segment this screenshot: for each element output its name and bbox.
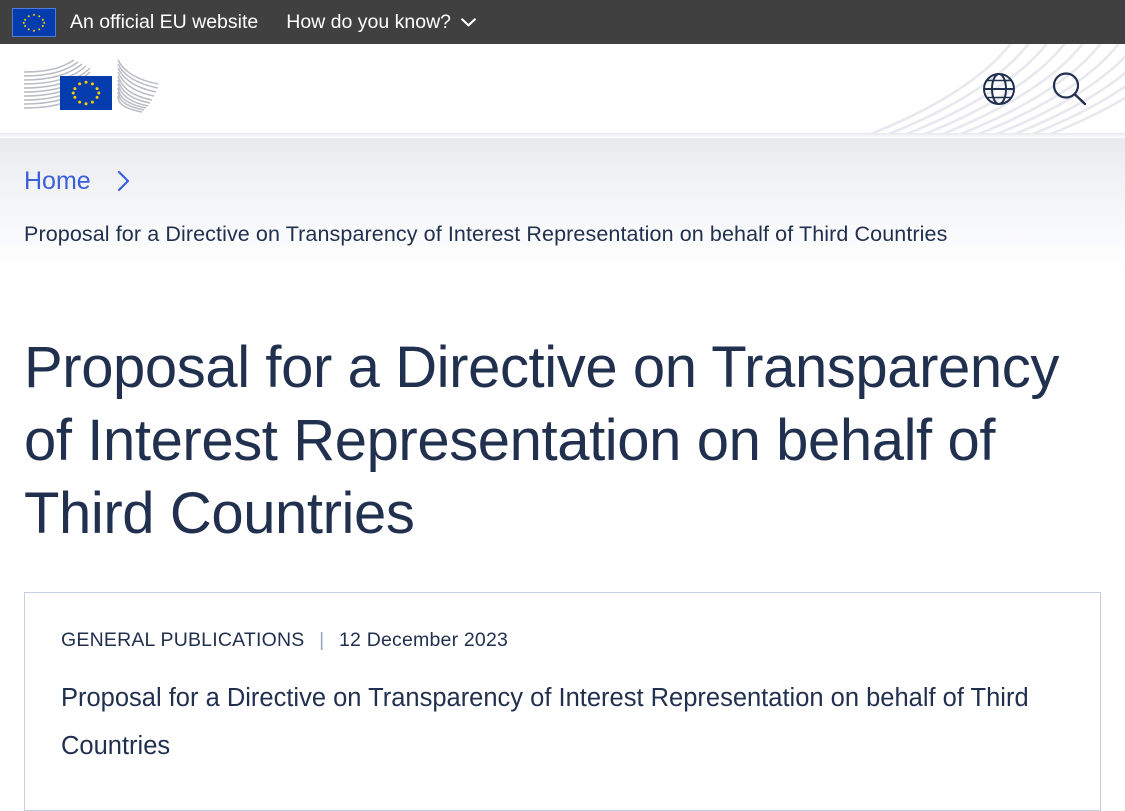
globe-icon[interactable]: [977, 67, 1021, 111]
page-title: Proposal for a Directive on Transparency…: [24, 335, 1059, 546]
search-icon[interactable]: [1047, 67, 1091, 111]
official-website-label: An official EU website: [70, 10, 259, 33]
publication-date: 12 December 2023: [339, 629, 509, 651]
site-header: [0, 44, 1125, 133]
chevron-right-icon: [117, 170, 129, 192]
publication-category: GENERAL PUBLICATIONS: [61, 629, 305, 651]
breadcrumb-home-link[interactable]: Home: [24, 167, 91, 196]
main-content: Proposal for a Directive on Transparency…: [0, 331, 1125, 811]
chevron-down-icon: [461, 17, 476, 26]
breadcrumb-row: Home: [24, 166, 1125, 196]
publication-card[interactable]: GENERAL PUBLICATIONS | 12 December 2023 …: [24, 592, 1101, 811]
publication-title-link[interactable]: Proposal for a Directive on Transparency…: [61, 674, 1046, 770]
meta-separator: |: [319, 629, 325, 651]
official-eu-bar: An official EU website How do you know?: [0, 0, 1125, 44]
how-do-you-know-label: How do you know?: [286, 10, 451, 33]
eu-flag-icon: [12, 7, 56, 37]
eu-flag-stars: [22, 13, 46, 32]
breadcrumb: Home Proposal for a Directive on Transpa…: [0, 138, 1125, 273]
breadcrumb-current-page: Proposal for a Directive on Transparency…: [24, 222, 948, 246]
header-icon-group: [977, 44, 1091, 133]
publication-meta: GENERAL PUBLICATIONS | 12 December 2023: [61, 629, 1064, 652]
european-commission-logo[interactable]: [22, 58, 160, 120]
how-do-you-know-toggle[interactable]: How do you know?: [286, 11, 476, 34]
